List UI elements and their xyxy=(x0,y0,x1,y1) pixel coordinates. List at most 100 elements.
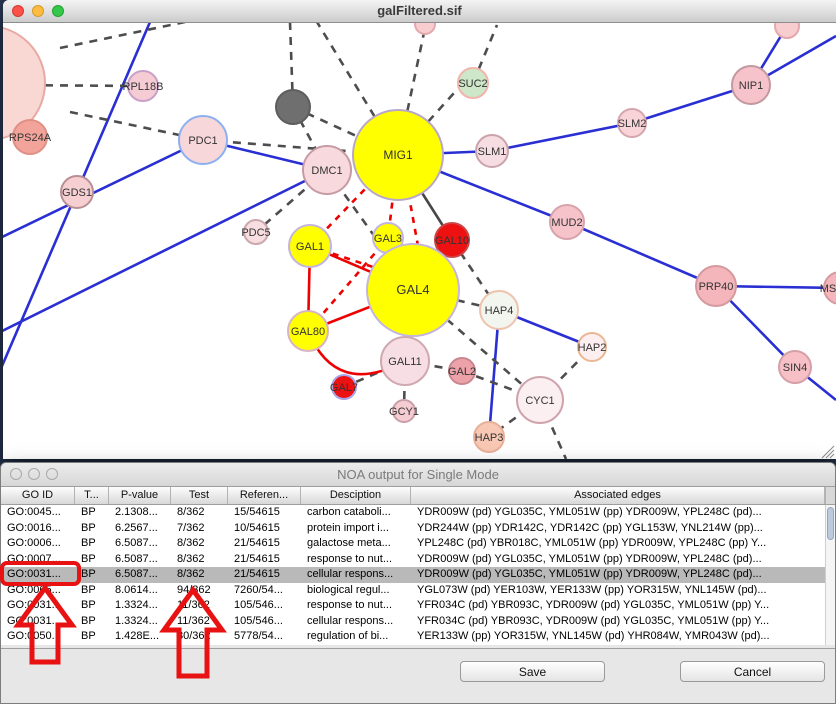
network-window: galFiltered.sif RPL18BRPS24AGDS1PDC1DMC1… xyxy=(3,0,836,459)
network-window-titlebar[interactable]: galFiltered.sif xyxy=(3,0,836,23)
cell: 21/54615 xyxy=(228,536,301,552)
node-label-GDS1: GDS1 xyxy=(62,187,92,199)
table-row-1[interactable]: GO:0045...BP2.1308...8/36215/54615carbon… xyxy=(1,505,825,521)
cell: 1.3324... xyxy=(109,614,171,630)
noa-window-title: NOA output for Single Mode xyxy=(1,463,835,486)
edge-blue[interactable] xyxy=(567,222,716,286)
cell: YGL073W (pd) YER103W, YER133W (pp) YOR31… xyxy=(411,583,825,599)
cell: 6.2567... xyxy=(109,521,171,537)
cell: regulation of bi... xyxy=(301,629,411,645)
resize-grip-icon[interactable] xyxy=(822,446,834,458)
node-label-MSN: MSN xyxy=(820,283,836,295)
close-button[interactable] xyxy=(12,5,24,17)
edge-dash[interactable] xyxy=(60,23,185,48)
table-row-4[interactable]: GO:0007...BP6.5087...8/36221/54615respon… xyxy=(1,552,825,568)
table-row-9[interactable]: GO:0050...BP1.428E...80/3625778/54...reg… xyxy=(1,629,825,645)
network-canvas[interactable]: RPL18BRPS24AGDS1PDC1DMC1MIG1SUC2SLM1SLM2… xyxy=(3,23,836,459)
cell: biological regul... xyxy=(301,583,411,599)
cell: cellular respons... xyxy=(301,614,411,630)
cell: 21/54615 xyxy=(228,567,301,583)
node-top-node-b[interactable] xyxy=(775,23,799,38)
cell: YER133W (pp) YOR315W, YNL145W (pd) YHR08… xyxy=(411,629,825,645)
cell: 6.5087... xyxy=(109,552,171,568)
cell: BP xyxy=(75,583,109,599)
node-top-node-a[interactable] xyxy=(415,23,435,34)
save-button[interactable]: Save xyxy=(460,661,605,682)
node-label-MIG1: MIG1 xyxy=(383,148,413,162)
node-label-HAP3: HAP3 xyxy=(475,432,504,444)
table-row-8[interactable]: GO:0031...BP1.3324...11/362105/546...cel… xyxy=(1,614,825,630)
node-label-GAL2: GAL2 xyxy=(448,366,476,378)
cell: 11/362 xyxy=(171,598,228,614)
cell: 7/362 xyxy=(171,521,228,537)
column-header-referen-[interactable]: Referen... xyxy=(228,487,301,504)
edge-blue[interactable] xyxy=(492,123,632,151)
column-header-desciption[interactable]: Desciption xyxy=(301,487,411,504)
minimize-button-inactive[interactable] xyxy=(28,468,40,480)
table-row-5[interactable]: GO:0031...BP6.5087...8/36221/54615cellul… xyxy=(1,567,825,583)
zoom-button[interactable] xyxy=(52,5,64,17)
cell: 94/362 xyxy=(171,583,228,599)
cell: BP xyxy=(75,552,109,568)
cell: GO:0045... xyxy=(1,505,75,521)
vertical-scrollbar[interactable] xyxy=(825,505,835,645)
node-label-CYC1: CYC1 xyxy=(525,395,554,407)
zoom-button-inactive[interactable] xyxy=(46,468,58,480)
noa-window-titlebar[interactable]: NOA output for Single Mode xyxy=(1,463,835,487)
cell: BP xyxy=(75,521,109,537)
column-header-p-value[interactable]: P-value xyxy=(109,487,171,504)
cell: 8/362 xyxy=(171,567,228,583)
node-label-PRP40: PRP40 xyxy=(699,281,734,293)
node-gray-node[interactable] xyxy=(276,90,310,124)
cell: 21/54615 xyxy=(228,552,301,568)
column-header-associated-edges[interactable]: Associated edges xyxy=(411,487,825,504)
scrollbar-thumb[interactable] xyxy=(827,507,834,540)
column-header-t-[interactable]: T... xyxy=(75,487,109,504)
cell: 10/54615 xyxy=(228,521,301,537)
table-row-3[interactable]: GO:0006...BP6.5087...8/36221/54615galact… xyxy=(1,536,825,552)
table-row-2[interactable]: GO:0016...BP6.2567...7/36210/54615protei… xyxy=(1,521,825,537)
cell: 105/546... xyxy=(228,598,301,614)
cell: GO:0031... xyxy=(1,614,75,630)
cell: GO:0065... xyxy=(1,583,75,599)
cell: 6.5087... xyxy=(109,567,171,583)
cell: 15/54615 xyxy=(228,505,301,521)
cancel-button[interactable]: Cancel xyxy=(680,661,825,682)
cell: protein import i... xyxy=(301,521,411,537)
cell: 105/546... xyxy=(228,614,301,630)
minimize-button[interactable] xyxy=(32,5,44,17)
node-label-SLM1: SLM1 xyxy=(478,146,507,158)
cell: YFR034C (pd) YBR093C, YDR009W (pd) YGL03… xyxy=(411,598,825,614)
table-row-6[interactable]: GO:0065...BP8.0614...94/3627260/54...bio… xyxy=(1,583,825,599)
node-label-GAL10: GAL10 xyxy=(435,235,469,247)
node-label-NIP1: NIP1 xyxy=(739,80,763,92)
cell: cellular respons... xyxy=(301,567,411,583)
cell: YDR244W (pp) YDR142C, YDR142C (pp) YGL15… xyxy=(411,521,825,537)
cell: BP xyxy=(75,598,109,614)
table-body: GO:0045...BP2.1308...8/36215/54615carbon… xyxy=(1,505,825,645)
cell: GO:0006... xyxy=(1,536,75,552)
cell: 80/362 xyxy=(171,629,228,645)
cell: galactose meta... xyxy=(301,536,411,552)
nodes-layer: RPL18BRPS24AGDS1PDC1DMC1MIG1SUC2SLM1SLM2… xyxy=(3,23,836,452)
close-button-inactive[interactable] xyxy=(10,468,22,480)
node-label-GAL7: GAL7 xyxy=(330,382,358,394)
table-row-7[interactable]: GO:0031...BP1.3324...11/362105/546...res… xyxy=(1,598,825,614)
cell: 8.0614... xyxy=(109,583,171,599)
column-header-go-id[interactable]: GO ID xyxy=(1,487,75,504)
cell: 8/362 xyxy=(171,536,228,552)
cell: BP xyxy=(75,614,109,630)
cell: 1.3324... xyxy=(109,598,171,614)
network-window-title: galFiltered.sif xyxy=(3,0,836,22)
cell: 1.428E... xyxy=(109,629,171,645)
cell: 5778/54... xyxy=(228,629,301,645)
cell: GO:0031... xyxy=(1,567,75,583)
cell: BP xyxy=(75,505,109,521)
cell: carbon cataboli... xyxy=(301,505,411,521)
column-header-test[interactable]: Test xyxy=(171,487,228,504)
cell: GO:0050... xyxy=(1,629,75,645)
node-label-PDC1: PDC1 xyxy=(188,135,217,147)
cell: 8/362 xyxy=(171,552,228,568)
cell: BP xyxy=(75,567,109,583)
node-label-GAL11: GAL11 xyxy=(388,356,421,368)
